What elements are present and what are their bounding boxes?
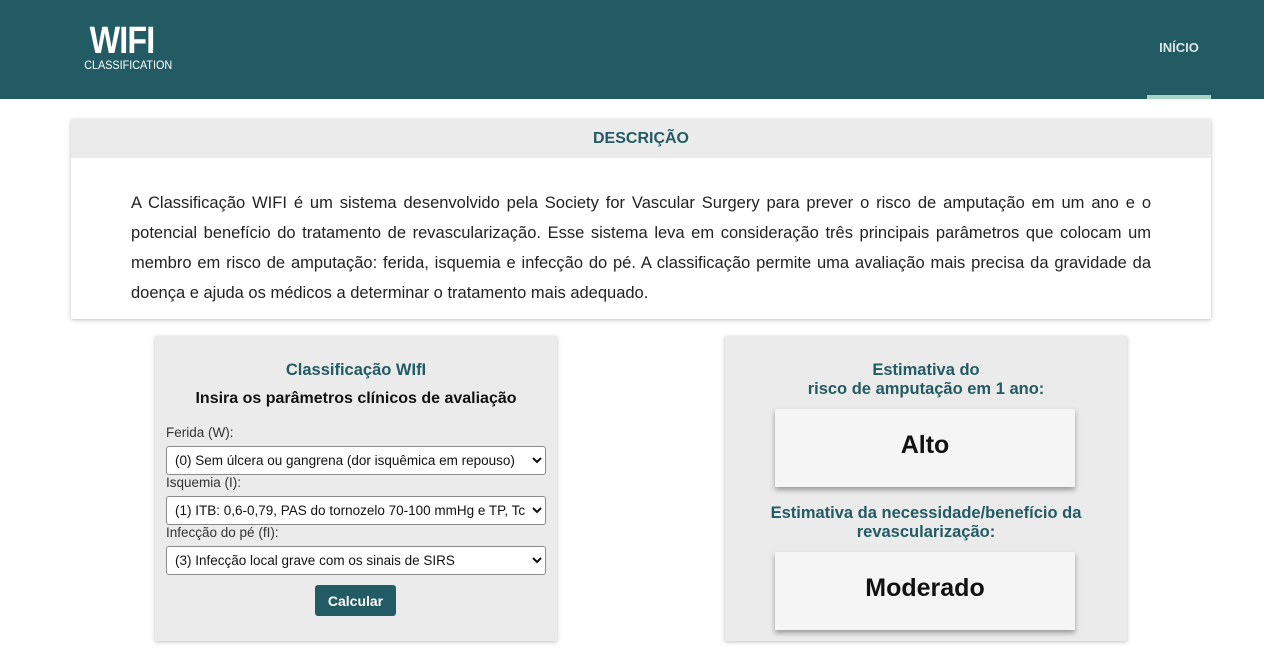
infection-select[interactable]: (3) Infecção local grave com os sinais d… bbox=[166, 546, 546, 575]
ischemia-select[interactable]: (1) ITB: 0,6-0,79, PAS do tornozelo 70-1… bbox=[166, 496, 546, 525]
wound-label: Ferida (W): bbox=[166, 425, 234, 440]
amputation-risk-result: Alto bbox=[775, 409, 1075, 487]
amputation-title-line2: risco de amputação em 1 ano: bbox=[807, 380, 1045, 398]
revasc-title-line2: revascularização: bbox=[856, 523, 996, 541]
revasc-benefit-result: Moderado bbox=[775, 552, 1075, 630]
wound-select[interactable]: (0) Sem úlcera ou gangrena (dor isquêmic… bbox=[166, 446, 546, 475]
calculate-button[interactable]: Calcular bbox=[315, 585, 396, 616]
wifi-form-panel: Classificação WIfI Insira os parâmetros … bbox=[155, 336, 557, 641]
description-card: DESCRIÇÃO A Classificação WIFI é um sist… bbox=[71, 119, 1211, 319]
top-header: WIFI CLASSIFICATION INÍCIO bbox=[0, 0, 1264, 99]
revasc-title-line1: Estimativa da necessidade/benefício da bbox=[770, 504, 1082, 522]
form-title: Classificação WIfI bbox=[285, 361, 427, 379]
logo-sub-text: CLASSIFICATION bbox=[84, 58, 173, 72]
nav-inicio-link[interactable]: INÍCIO bbox=[1147, 40, 1211, 60]
amputation-title-line1: Estimativa do bbox=[872, 361, 980, 379]
wifi-logo[interactable]: WIFI CLASSIFICATION bbox=[80, 20, 173, 76]
description-text: A Classificação WIFI é um sistema desenv… bbox=[131, 194, 1151, 302]
ischemia-label: Isquemia (I): bbox=[166, 475, 242, 490]
logo-main-text: WIFI bbox=[89, 20, 156, 62]
infection-label: Infecção do pé (fI): bbox=[166, 525, 279, 540]
nav-active-indicator bbox=[1147, 95, 1211, 99]
form-subtitle: Insira os parâmetros clínicos de avaliaç… bbox=[195, 390, 517, 407]
results-panel: Estimativa do risco de amputação em 1 an… bbox=[725, 336, 1127, 641]
description-heading: DESCRIÇÃO bbox=[71, 119, 1211, 158]
